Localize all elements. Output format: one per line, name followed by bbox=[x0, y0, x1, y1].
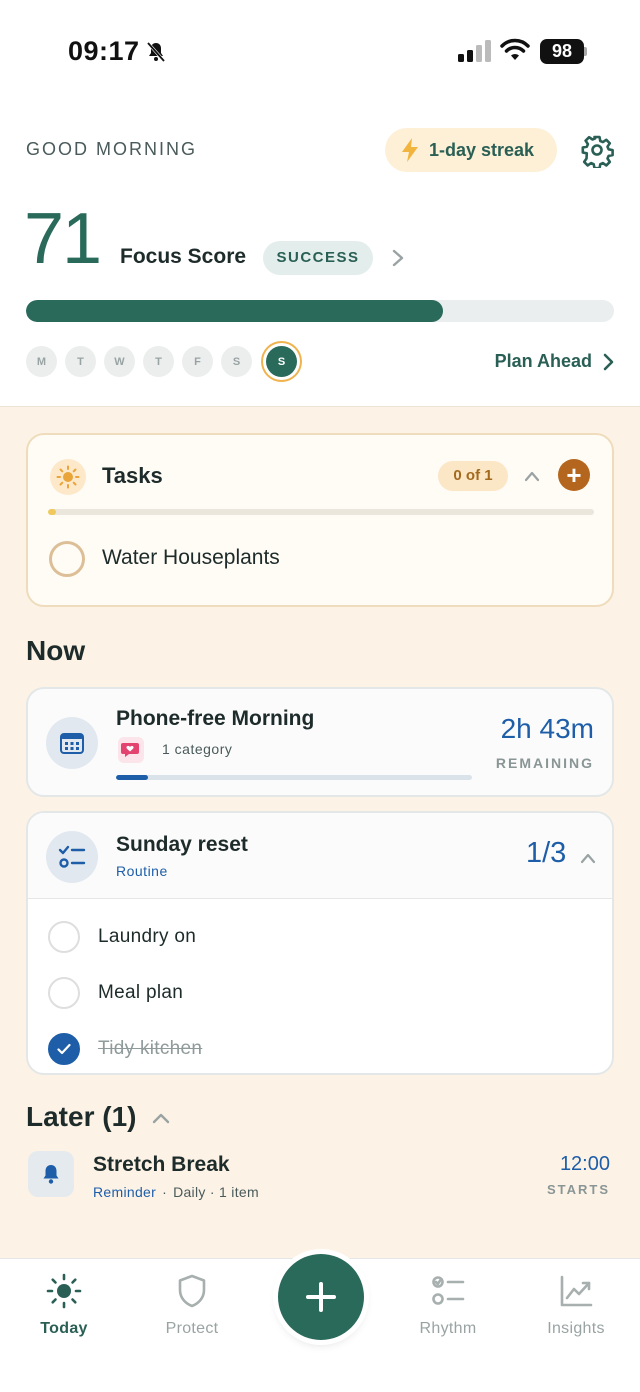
day-3[interactable]: T bbox=[143, 346, 174, 377]
session-title: Phone-free Morning bbox=[116, 707, 315, 730]
session-remaining-label: REMAINING bbox=[495, 755, 594, 771]
session-progress bbox=[116, 775, 472, 780]
plan-ahead-link[interactable]: Plan Ahead bbox=[495, 351, 614, 372]
session-progress-fill bbox=[116, 775, 149, 780]
routine-item-label: Meal plan bbox=[98, 982, 184, 1003]
add-button[interactable] bbox=[278, 1254, 364, 1340]
tab-label: Rhythm bbox=[419, 1320, 477, 1337]
focus-score-label: Focus Score bbox=[120, 245, 247, 268]
later-heading[interactable]: Later (1) bbox=[26, 1101, 136, 1133]
reminder-starts-label: STARTS bbox=[546, 1182, 610, 1197]
streak-badge[interactable]: 1-day streak bbox=[385, 128, 557, 172]
routine-title: Sunday reset bbox=[116, 833, 248, 856]
routine-subtitle: Routine bbox=[116, 863, 168, 879]
routine-item-checkbox-checked[interactable] bbox=[48, 1033, 80, 1065]
wifi-icon bbox=[500, 38, 530, 60]
focus-score-value: 71 bbox=[24, 199, 102, 279]
calendar-icon bbox=[46, 717, 98, 769]
streak-text: 1-day streak bbox=[429, 139, 535, 160]
today-content: Tasks 0 of 1 + Water Houseplants Now Pho… bbox=[0, 406, 640, 1258]
routine-item-label: Tidy kitchen bbox=[98, 1038, 203, 1059]
chat-heart-icon bbox=[118, 737, 144, 763]
greeting: GOOD MORNING bbox=[26, 139, 197, 159]
routine-item-checkbox[interactable] bbox=[48, 921, 80, 953]
plan-ahead-label: Plan Ahead bbox=[494, 351, 592, 371]
tab-label: Insights bbox=[547, 1320, 605, 1337]
tasks-count-badge: 0 of 1 bbox=[438, 461, 508, 491]
sun-icon bbox=[50, 459, 86, 495]
checklist-icon bbox=[432, 1276, 465, 1305]
task-label[interactable]: Water Houseplants bbox=[102, 546, 280, 570]
signal-icon bbox=[458, 40, 491, 62]
tab-today[interactable]: Today bbox=[14, 1273, 114, 1338]
tasks-progress bbox=[48, 509, 594, 515]
tasks-card: Tasks 0 of 1 + Water Houseplants bbox=[26, 433, 614, 607]
focus-score-progress bbox=[26, 300, 614, 322]
reminder-title[interactable]: Stretch Break bbox=[93, 1153, 230, 1177]
checkmark-icon bbox=[57, 1043, 71, 1055]
battery-indicator: 98 bbox=[540, 39, 584, 64]
tab-label: Today bbox=[40, 1320, 88, 1337]
routine-item[interactable]: Meal plan bbox=[28, 965, 612, 1021]
task-checkbox[interactable] bbox=[49, 541, 85, 577]
bell-icon bbox=[28, 1151, 74, 1197]
tasks-title: Tasks bbox=[102, 463, 163, 488]
chevron-right-icon[interactable] bbox=[390, 249, 406, 267]
chevron-right-icon bbox=[603, 353, 614, 370]
routine-card: Sunday reset Routine 1/3 Laundry on Meal… bbox=[26, 811, 614, 1075]
shield-icon bbox=[178, 1274, 206, 1308]
tab-rhythm[interactable]: Rhythm bbox=[398, 1273, 498, 1338]
reminder-type: Reminder bbox=[93, 1184, 157, 1200]
status-badge: SUCCESS bbox=[263, 241, 373, 275]
focus-score-progress-fill bbox=[26, 300, 444, 322]
now-heading: Now bbox=[26, 635, 86, 666]
session-category: 1 category bbox=[162, 741, 233, 757]
routine-item[interactable]: Laundry on bbox=[28, 909, 612, 965]
day-1[interactable]: T bbox=[65, 346, 96, 377]
day-6[interactable]: S bbox=[266, 346, 297, 377]
day-5[interactable]: S bbox=[221, 346, 252, 377]
week-day-selector: MTWTFSS bbox=[26, 346, 297, 377]
tab-insights[interactable]: Insights bbox=[526, 1273, 626, 1338]
chevron-up-icon[interactable] bbox=[524, 469, 540, 483]
routine-header[interactable]: Sunday reset Routine 1/3 bbox=[28, 813, 612, 899]
day-4[interactable]: F bbox=[182, 346, 213, 377]
add-task-button[interactable]: + bbox=[558, 459, 590, 491]
chevron-up-icon[interactable] bbox=[580, 851, 596, 865]
status-bar: 09:17 98 bbox=[0, 0, 640, 100]
tab-label: Protect bbox=[165, 1320, 219, 1337]
battery-tip bbox=[584, 47, 587, 56]
reminder-schedule: Daily · 1 item bbox=[173, 1184, 259, 1200]
bell-muted-icon bbox=[146, 42, 166, 62]
tasks-progress-fill bbox=[48, 509, 57, 515]
routine-item-label: Laundry on bbox=[98, 926, 197, 947]
reminder-meta: Reminder · Daily · 1 item bbox=[93, 1184, 259, 1200]
sun-icon bbox=[46, 1273, 82, 1309]
gear-icon[interactable] bbox=[580, 134, 614, 168]
session-card[interactable]: Phone-free Morning 1 category 2h 43m REM… bbox=[26, 687, 614, 797]
status-time: 09:17 bbox=[68, 36, 140, 66]
routine-progress-count: 1/3 bbox=[526, 837, 567, 869]
routine-item[interactable]: Tidy kitchen bbox=[28, 1021, 612, 1073]
day-0[interactable]: M bbox=[26, 346, 57, 377]
meta-separator: · bbox=[162, 1184, 168, 1200]
lightning-icon bbox=[402, 138, 418, 162]
tab-protect[interactable]: Protect bbox=[142, 1273, 242, 1338]
session-time-remaining: 2h 43m bbox=[500, 713, 594, 744]
chart-icon bbox=[560, 1275, 593, 1307]
day-2[interactable]: W bbox=[104, 346, 135, 377]
checklist-icon bbox=[46, 831, 98, 883]
routine-item-checkbox[interactable] bbox=[48, 977, 80, 1009]
plus-icon bbox=[306, 1282, 336, 1312]
reminder-time: 12:00 bbox=[559, 1153, 610, 1175]
chevron-up-icon[interactable] bbox=[152, 1111, 170, 1125]
